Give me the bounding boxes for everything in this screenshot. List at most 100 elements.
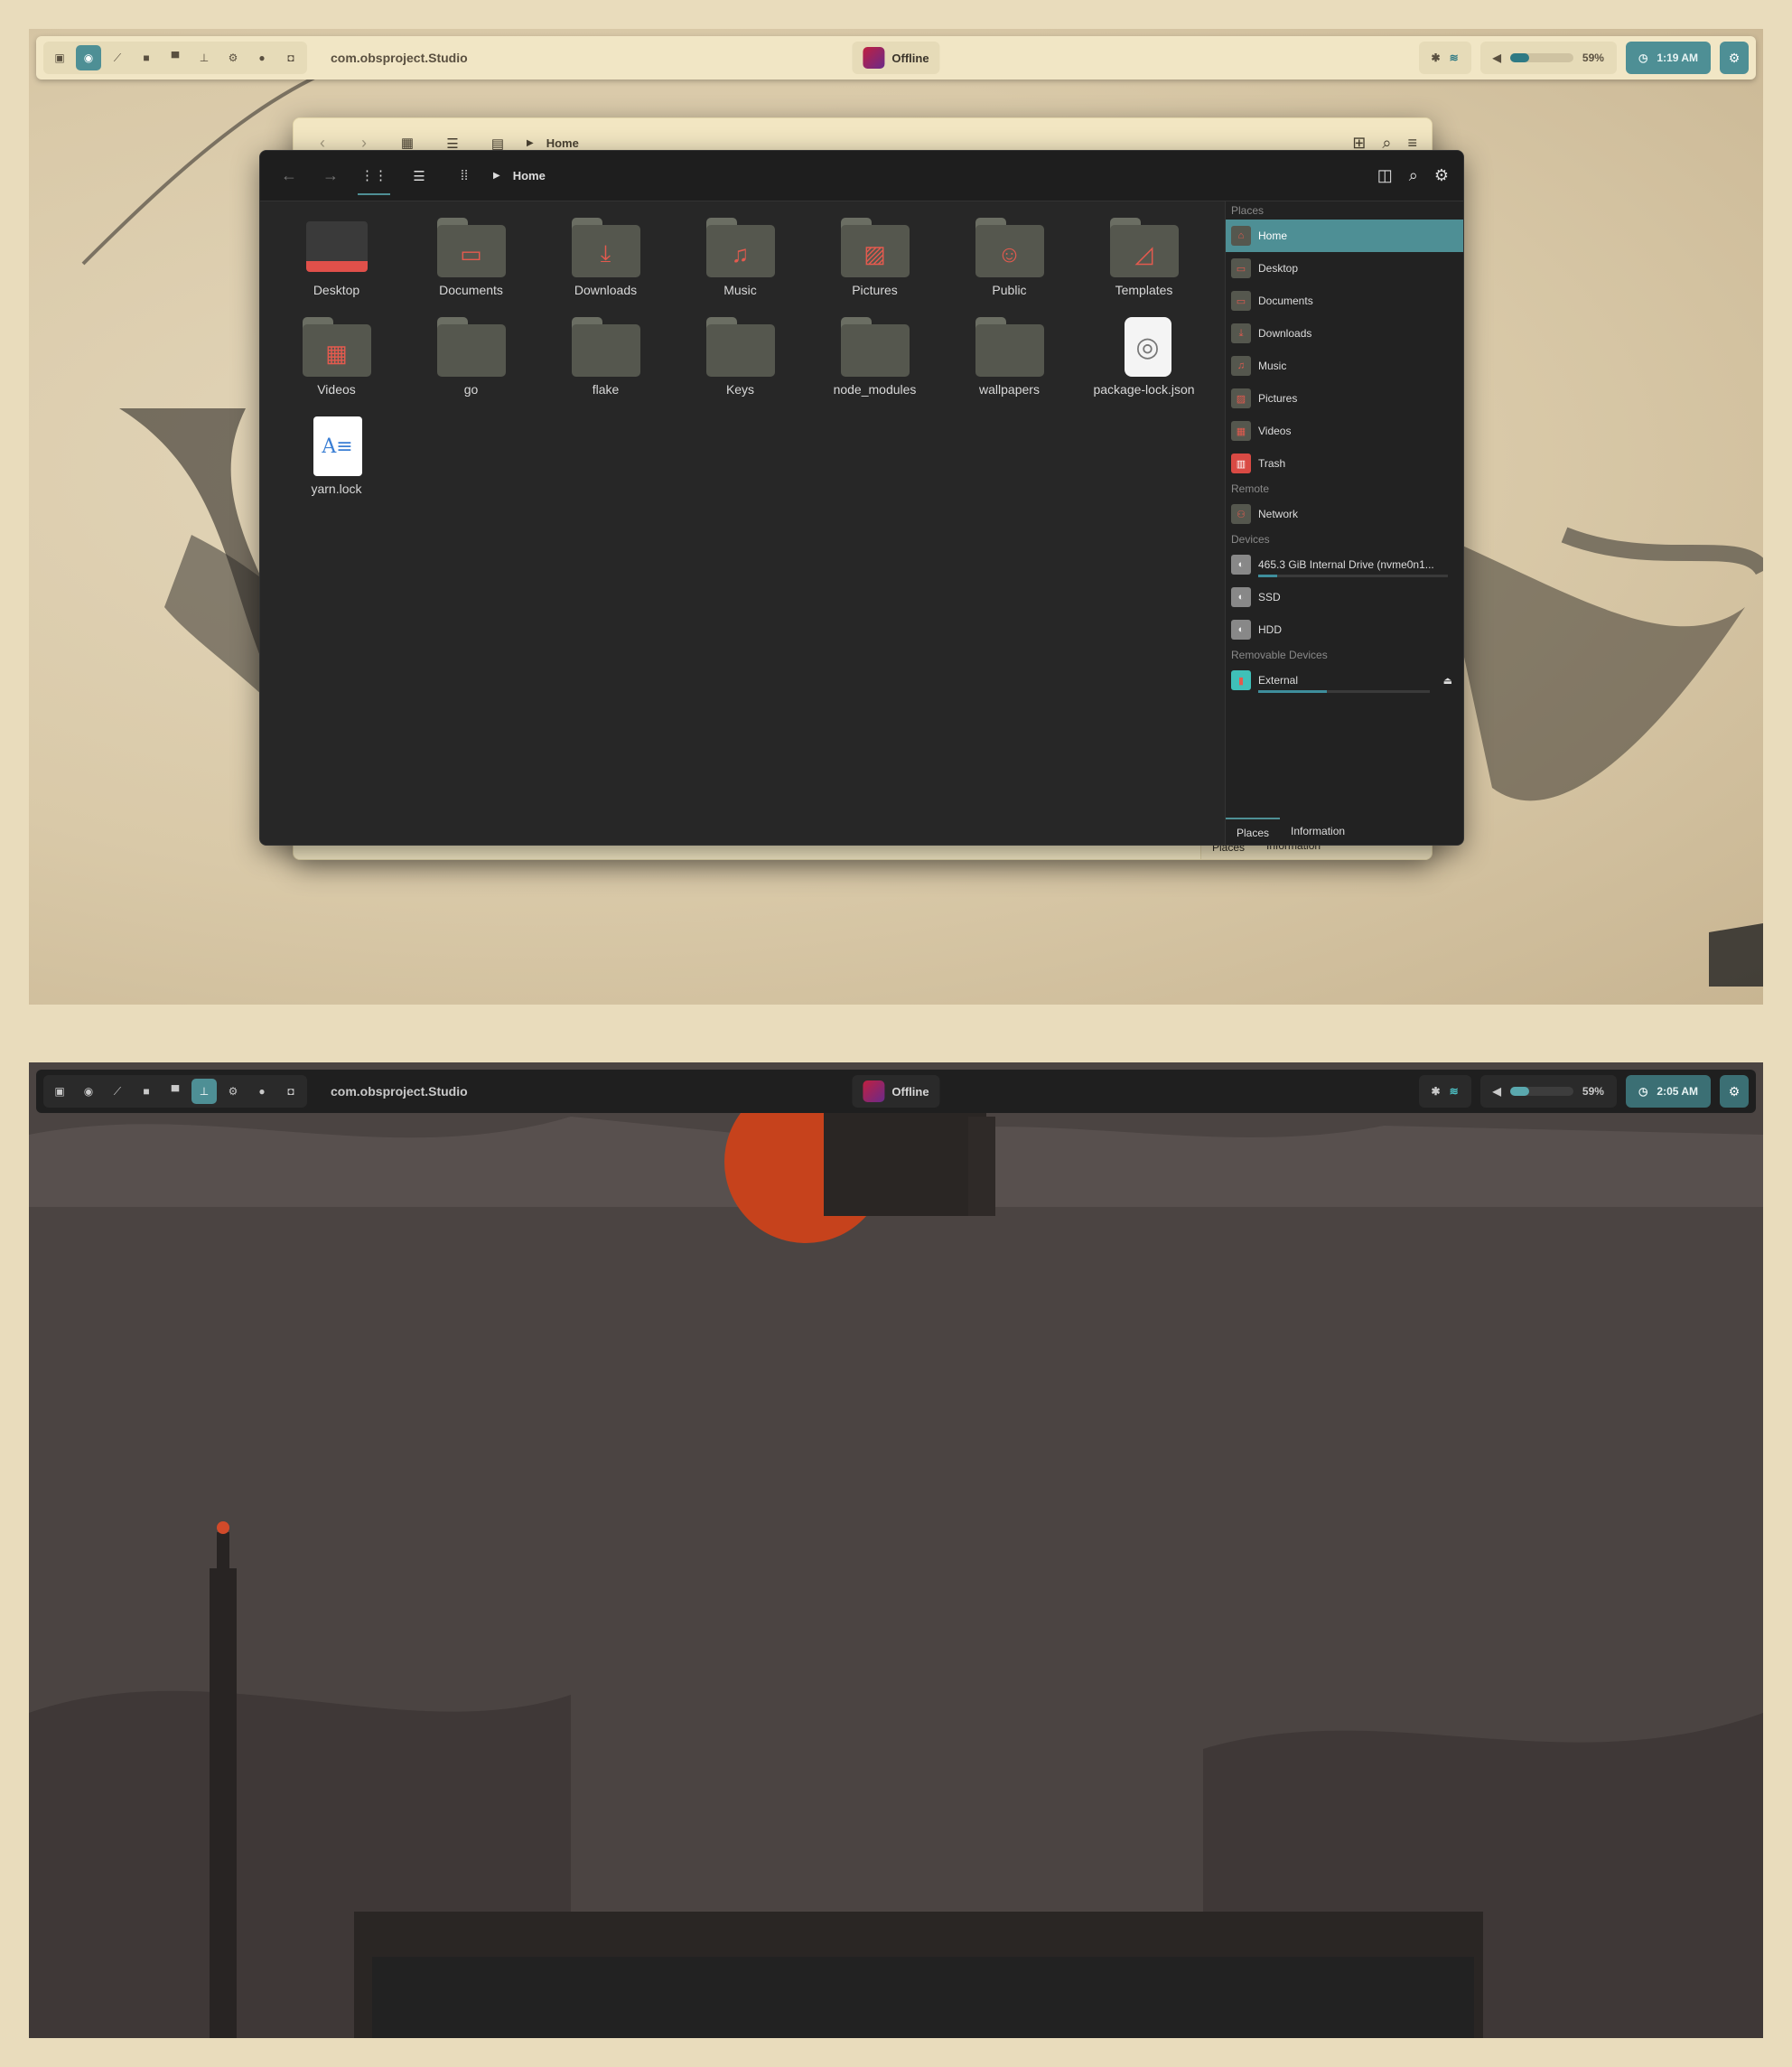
workspace-1-terminal-icon[interactable]: ▣	[47, 1079, 72, 1104]
back-icon[interactable]: ←	[275, 162, 303, 191]
file-item[interactable]: ◿ Templates	[1077, 218, 1211, 317]
sidebar-item-label: Videos	[1258, 425, 1292, 437]
file-item[interactable]: ♫ Music	[673, 218, 807, 317]
settings-gear-icon[interactable]: ⚙	[1720, 42, 1749, 74]
breadcrumb[interactable]: Home	[513, 169, 546, 182]
text-file-icon: A≡	[303, 416, 371, 476]
trash-icon: ▥	[1231, 454, 1251, 473]
file-item[interactable]: A≡ yarn.lock	[269, 416, 404, 516]
sidebar-item-documents[interactable]: ▭ Documents	[1226, 285, 1463, 317]
sidebar-item-network[interactable]: ⚇ Network	[1226, 498, 1463, 530]
connectivity-pill[interactable]: ✱ ≋	[1418, 42, 1471, 74]
drive-icon: ◐	[1231, 587, 1251, 607]
sidebar-item-home[interactable]: ⌂ Home	[1226, 220, 1463, 252]
workspace-5-chat-icon[interactable]: ▀	[163, 1079, 188, 1104]
file-item[interactable]: ▦ Videos	[269, 317, 404, 416]
drive-icon: ◐	[1231, 620, 1251, 640]
sidebar-item-pictures[interactable]: ▨ Pictures	[1226, 382, 1463, 415]
network-icon: ⚇	[1231, 504, 1251, 524]
sidebar-item-downloads[interactable]: ⤓ Downloads	[1226, 317, 1463, 350]
split-view-icon[interactable]: ◫	[1377, 166, 1393, 185]
sidebar-item-trash[interactable]: ▥ Trash	[1226, 447, 1463, 480]
folder-icon	[975, 317, 1044, 377]
forward-icon[interactable]: →	[316, 162, 345, 191]
workspace-2-firefox-icon[interactable]: ◉	[76, 1079, 101, 1104]
settings-icon[interactable]: ⚙	[1434, 166, 1449, 185]
workspace-9-discord-icon[interactable]: ◘	[278, 45, 303, 70]
search-icon[interactable]: ⌕	[1409, 166, 1418, 185]
list-view-icon[interactable]: ☰	[403, 157, 435, 195]
sidebar-item-device[interactable]: ◐ HDD	[1226, 613, 1463, 646]
workspace-7-steam-icon[interactable]: ⚙	[220, 1079, 246, 1104]
section-header: Places	[1231, 204, 1265, 217]
sidebar-item-music[interactable]: ♫ Music	[1226, 350, 1463, 382]
volume-pill[interactable]: ◀ 59%	[1479, 1075, 1617, 1108]
wifi-icon[interactable]: ≋	[1450, 51, 1459, 64]
sidebar-item-desktop[interactable]: ▭ Desktop	[1226, 252, 1463, 285]
sidebar-item-label: Documents	[1258, 295, 1313, 307]
sidebar-item-videos[interactable]: ▦ Videos	[1226, 415, 1463, 447]
workspace-3-code-icon[interactable]: ⟋	[105, 1079, 130, 1104]
file-item[interactable]: ▭ Documents	[404, 218, 538, 317]
workspace-8-spotify-icon[interactable]: ●	[249, 1079, 275, 1104]
clock[interactable]: ◷ 1:19 AM	[1625, 42, 1711, 74]
icon-view-icon[interactable]: ⋮⋮	[358, 157, 390, 195]
workspace-6-flask-icon[interactable]: ⊥	[191, 1079, 217, 1104]
volume-slider[interactable]	[1509, 53, 1573, 62]
wifi-icon[interactable]: ≋	[1450, 1085, 1459, 1098]
tab-information[interactable]: Information	[1280, 818, 1356, 845]
document-icon: ▭	[1231, 291, 1251, 311]
eject-icon[interactable]: ⏏	[1443, 675, 1452, 687]
workspace-3-code-icon[interactable]: ⟋	[105, 45, 130, 70]
file-item[interactable]: Desktop	[269, 218, 404, 317]
workspace-8-spotify-icon[interactable]: ●	[249, 45, 275, 70]
file-item[interactable]: ⤓ Downloads	[538, 218, 673, 317]
file-item[interactable]: node_modules	[807, 317, 942, 416]
workspace-5-chat-icon[interactable]: ▀	[163, 45, 188, 70]
volume-slider[interactable]	[1509, 1087, 1573, 1096]
file-label: Music	[723, 283, 757, 297]
workspace-4-folder-icon[interactable]: ■	[134, 1079, 159, 1104]
workspace-9-discord-icon[interactable]: ◘	[278, 1079, 303, 1104]
file-item[interactable]: ▨ Pictures	[807, 218, 942, 317]
sidebar-item-label: External	[1258, 674, 1299, 687]
file-label: Videos	[317, 382, 356, 397]
bluetooth-icon[interactable]: ✱	[1432, 51, 1441, 64]
file-item[interactable]: ◎ package-lock.json	[1077, 317, 1211, 416]
pixel-city-wallpaper	[29, 1062, 1763, 2038]
file-item[interactable]: Keys	[673, 317, 807, 416]
status-text: Offline	[891, 51, 929, 65]
sidebar-item-external[interactable]: ▮ External ⏏	[1226, 664, 1463, 697]
film-icon: ▦	[1231, 421, 1251, 441]
tab-places[interactable]: Places	[1226, 818, 1281, 845]
status-indicator[interactable]: Offline	[852, 42, 940, 74]
sidebar-item-device[interactable]: ◐ 465.3 GiB Internal Drive (nvme0n1...	[1226, 548, 1463, 581]
file-grid-area: Desktop ▭ Documents ⤓ Downloads ♫ Music ▨ Pictur…	[260, 201, 1227, 845]
connectivity-pill[interactable]: ✱ ≋	[1418, 1075, 1471, 1108]
clock[interactable]: ◷ 2:05 AM	[1625, 1075, 1711, 1108]
breadcrumb[interactable]: Home	[546, 136, 579, 150]
workspace-6-flask-icon[interactable]: ⊥	[191, 45, 217, 70]
settings-gear-icon[interactable]: ⚙	[1720, 1075, 1749, 1108]
sidebar-item-label: Home	[1258, 229, 1288, 242]
file-item[interactable]: go	[404, 317, 538, 416]
file-item[interactable]: ☺ Public	[942, 218, 1077, 317]
sidebar-item-device[interactable]: ◐ SSD	[1226, 581, 1463, 613]
file-item[interactable]: wallpapers	[942, 317, 1077, 416]
sidebar-item-label: HDD	[1258, 623, 1282, 636]
workspace-1-terminal-icon[interactable]: ▣	[47, 45, 72, 70]
folder-icon	[588, 335, 624, 371]
folder-icon	[571, 317, 640, 377]
compact-view-icon[interactable]: ⁞⁞	[448, 157, 481, 195]
workspace-7-steam-icon[interactable]: ⚙	[220, 45, 246, 70]
volume-pill[interactable]: ◀ 59%	[1479, 42, 1617, 74]
file-item[interactable]: flake	[538, 317, 673, 416]
status-indicator[interactable]: Offline	[852, 1075, 940, 1108]
music-icon: ♫	[1231, 356, 1251, 376]
sidebar-item-label: Music	[1258, 360, 1287, 372]
bluetooth-icon[interactable]: ✱	[1432, 1085, 1441, 1098]
breadcrumb-arrow-icon: ▶	[493, 171, 500, 181]
workspace-2-firefox-icon[interactable]: ◉	[76, 45, 101, 70]
json-icon: ◎	[1110, 317, 1179, 377]
workspace-4-folder-icon[interactable]: ■	[134, 45, 159, 70]
